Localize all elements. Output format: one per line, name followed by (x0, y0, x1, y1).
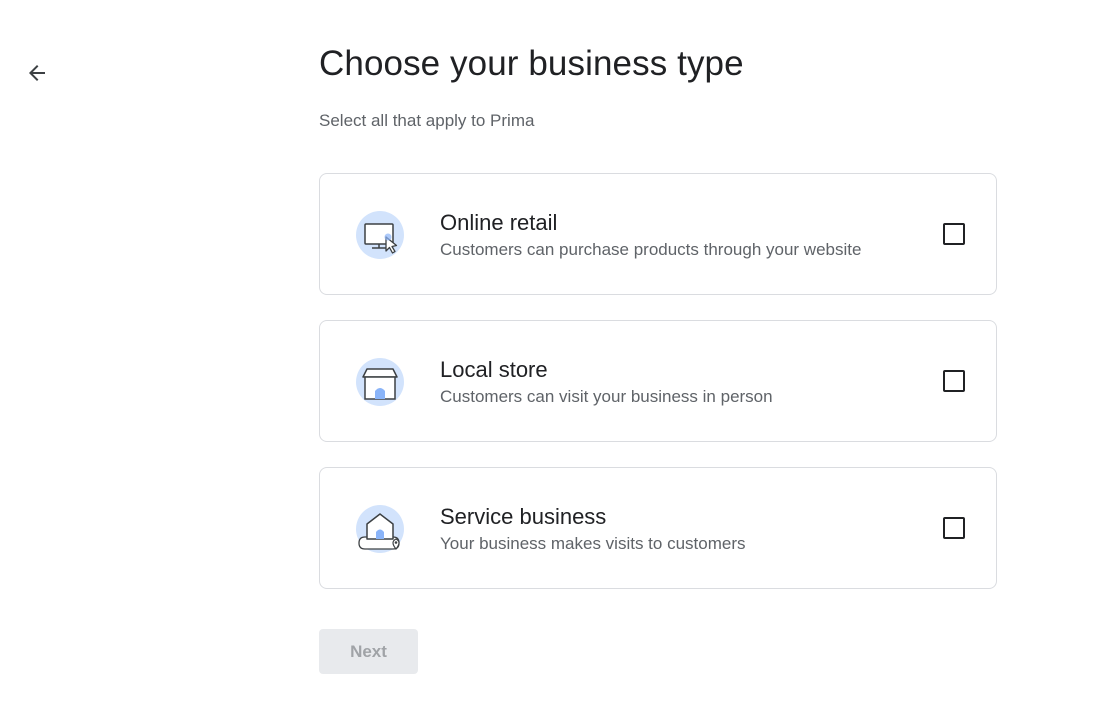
house-location-icon (356, 505, 404, 553)
option-description: Your business makes visits to customers (440, 534, 746, 553)
page-subtitle: Select all that apply to Prima (319, 111, 535, 130)
next-button[interactable]: Next (319, 629, 418, 674)
storefront-icon (356, 358, 404, 406)
option-checkbox-online-retail[interactable] (943, 223, 965, 245)
arrow-back-icon (29, 65, 45, 81)
option-description: Customers can purchase products through … (440, 240, 862, 259)
option-checkbox-local-store[interactable] (943, 370, 965, 392)
option-description: Customers can visit your business in per… (440, 387, 773, 406)
option-card-online-retail[interactable]: Online retail Customers can purchase pro… (319, 173, 997, 295)
option-title: Local store (440, 357, 548, 382)
option-title: Service business (440, 504, 607, 529)
monitor-cursor-icon (356, 211, 404, 259)
option-title: Online retail (440, 210, 558, 235)
option-card-service-business[interactable]: Service business Your business makes vis… (319, 467, 997, 589)
back-button[interactable] (20, 56, 54, 90)
page-title: Choose your business type (319, 44, 744, 83)
option-checkbox-service-business[interactable] (943, 517, 965, 539)
option-card-local-store[interactable]: Local store Customers can visit your bus… (319, 320, 997, 442)
